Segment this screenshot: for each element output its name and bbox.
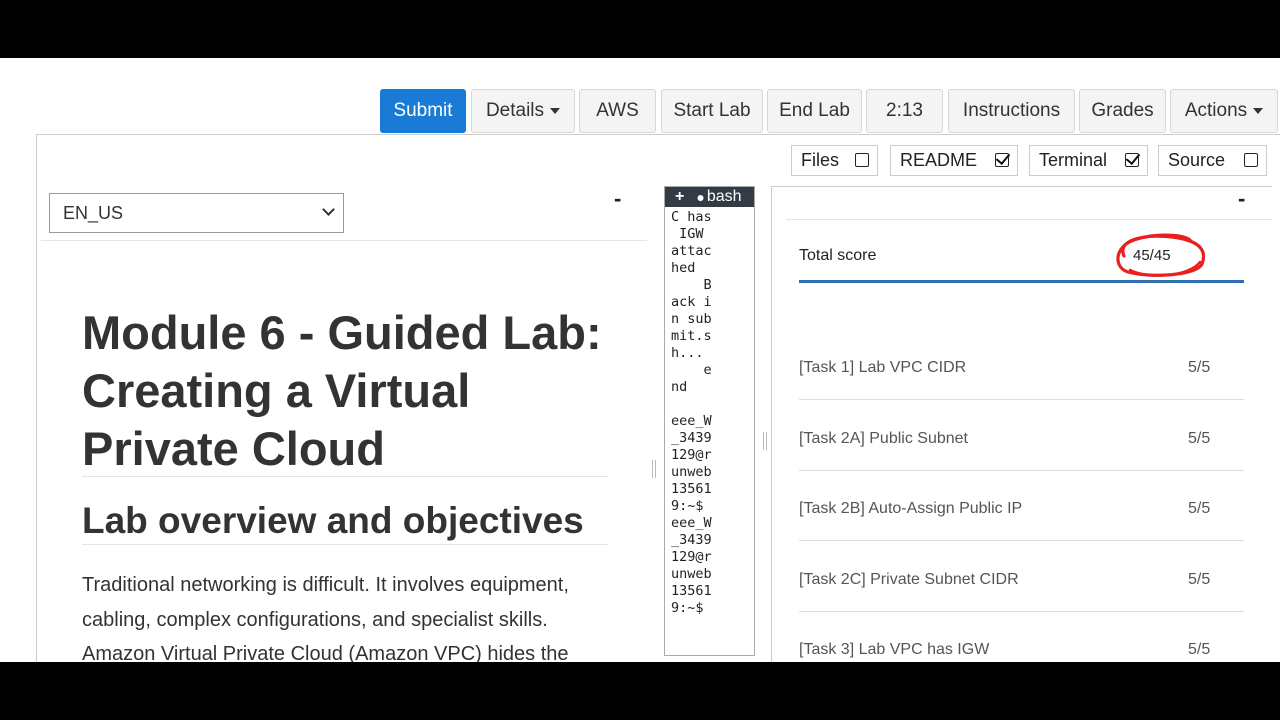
active-dot-icon: ● bbox=[696, 189, 705, 205]
toggle-source[interactable]: Source bbox=[1158, 145, 1267, 176]
grade-task-row: [Task 2C] Private Subnet CIDR 5/5 bbox=[799, 542, 1244, 612]
start-lab-label: Start Lab bbox=[673, 100, 751, 121]
terminal-line: e bbox=[671, 362, 712, 378]
terminal-line: eee_W bbox=[671, 515, 712, 531]
task-label: [Task 3] Lab VPC has IGW bbox=[799, 641, 990, 658]
task-score: 5/5 bbox=[1188, 570, 1211, 588]
readme-collapse-button[interactable]: - bbox=[614, 186, 621, 212]
section-heading: Lab overview and objectives bbox=[82, 500, 584, 541]
terminal-output: C has IGW attac hed Back in sub mit.s h... e… bbox=[671, 209, 754, 617]
submit-label: Submit bbox=[393, 100, 453, 121]
terminal-line: eee_W bbox=[671, 413, 712, 429]
submit-button[interactable]: Submit bbox=[380, 89, 466, 133]
readme-header-divider bbox=[41, 240, 647, 241]
instructions-button[interactable]: Instructions bbox=[948, 89, 1075, 133]
source-checkbox[interactable] bbox=[1244, 153, 1258, 167]
terminal-line: 13561 bbox=[671, 481, 712, 497]
task-score: 5/5 bbox=[1188, 641, 1211, 658]
terminal-checkbox[interactable] bbox=[1125, 153, 1139, 167]
details-label: Details bbox=[485, 100, 545, 121]
terminal-line: unweb bbox=[671, 566, 712, 582]
files-checkbox[interactable] bbox=[855, 153, 869, 167]
terminal-line: mit.s bbox=[671, 328, 712, 344]
terminal-tab-bash[interactable]: bash bbox=[707, 188, 742, 206]
terminal-line: 9:~$ bbox=[671, 498, 704, 514]
terminal-line: unweb bbox=[671, 464, 712, 480]
grades-header-divider bbox=[786, 219, 1272, 220]
terminal-line: C has bbox=[671, 209, 712, 225]
terminal-line: n sub bbox=[671, 311, 712, 327]
task-label: [Task 1] Lab VPC CIDR bbox=[799, 359, 967, 376]
terminal-panel[interactable]: + ● bash C has IGW attac hed Back in sub mi… bbox=[664, 186, 755, 656]
task-label: [Task 2A] Public Subnet bbox=[799, 429, 968, 447]
aws-label: AWS bbox=[596, 100, 639, 121]
total-score-underline bbox=[799, 280, 1244, 283]
language-value: EN_US bbox=[63, 202, 124, 223]
total-score-label: Total score bbox=[799, 247, 877, 264]
toggle-files[interactable]: Files bbox=[791, 145, 878, 176]
grades-button[interactable]: Grades bbox=[1079, 89, 1166, 133]
details-dropdown[interactable]: Details bbox=[471, 89, 575, 133]
toggle-terminal-label: Terminal bbox=[1039, 150, 1108, 170]
terminal-line: 9:~$ bbox=[671, 600, 704, 616]
end-lab-button[interactable]: End Lab bbox=[767, 89, 862, 133]
language-select[interactable]: EN_US bbox=[49, 193, 344, 233]
terminal-line: attac bbox=[671, 243, 712, 259]
new-terminal-button[interactable]: + bbox=[675, 188, 684, 206]
top-letterbox bbox=[0, 0, 1280, 58]
terminal-line: _3439 bbox=[671, 430, 712, 446]
terminal-line: IGW bbox=[671, 226, 704, 242]
terminal-line: 13561 bbox=[671, 583, 712, 599]
section-divider bbox=[82, 544, 608, 545]
terminal-line: hed bbox=[671, 260, 696, 276]
chevron-down-icon bbox=[322, 203, 335, 216]
terminal-line: 129@r bbox=[671, 447, 712, 463]
task-score: 5/5 bbox=[1188, 500, 1211, 517]
toggle-readme-label: README bbox=[900, 150, 978, 170]
actions-label: Actions bbox=[1184, 100, 1248, 121]
readme-checkbox[interactable] bbox=[995, 153, 1009, 167]
task-label: [Task 2B] Auto-Assign Public IP bbox=[799, 500, 1023, 517]
task-score: 5/5 bbox=[1188, 429, 1211, 447]
start-lab-button[interactable]: Start Lab bbox=[661, 89, 763, 133]
red-circle-annotation bbox=[1116, 233, 1206, 277]
toggle-readme[interactable]: README bbox=[890, 145, 1018, 176]
toggle-source-label: Source bbox=[1168, 150, 1226, 170]
terminal-line: h... bbox=[671, 345, 704, 361]
grade-task-row: [Task 1] Lab VPC CIDR 5/5 bbox=[799, 330, 1244, 400]
page-title: Module 6 - Guided Lab: Creating a Virtua… bbox=[82, 306, 602, 475]
aws-button[interactable]: AWS bbox=[579, 89, 656, 133]
end-lab-label: End Lab bbox=[779, 100, 850, 121]
terminal-line: ack i bbox=[671, 294, 712, 310]
grade-task-row: [Task 2B] Auto-Assign Public IP 5/5 bbox=[799, 471, 1244, 541]
grades-label: Grades bbox=[1091, 100, 1154, 121]
instructions-label: Instructions bbox=[962, 100, 1061, 121]
grade-task-row: [Task 2A] Public Subnet 5/5 bbox=[799, 401, 1244, 471]
terminal-line: 129@r bbox=[671, 549, 712, 565]
readme-resize-handle[interactable] bbox=[652, 460, 656, 478]
grades-collapse-button[interactable]: - bbox=[1238, 186, 1245, 212]
terminal-line: nd bbox=[671, 379, 688, 395]
terminal-resize-handle[interactable] bbox=[763, 432, 767, 450]
task-score: 5/5 bbox=[1188, 359, 1211, 376]
bottom-letterbox bbox=[0, 662, 1280, 720]
terminal-tab-bar: + ● bash bbox=[665, 187, 754, 207]
terminal-line: _3439 bbox=[671, 532, 712, 548]
caret-down-icon bbox=[550, 108, 561, 114]
task-label: [Task 2C] Private Subnet CIDR bbox=[799, 570, 1019, 588]
toggle-files-label: Files bbox=[801, 150, 840, 170]
actions-dropdown[interactable]: Actions bbox=[1170, 89, 1278, 133]
timer-value: 2:13 bbox=[886, 100, 923, 121]
title-divider bbox=[82, 476, 608, 477]
terminal-line: B bbox=[671, 277, 712, 293]
lab-workspace: Submit Details AWS Start Lab End Lab 2:1… bbox=[0, 58, 1280, 662]
overview-paragraph: Traditional networking is difficult. It … bbox=[82, 574, 569, 662]
grade-task-row: [Task 3] Lab VPC has IGW 5/5 bbox=[799, 612, 1244, 662]
toggle-terminal[interactable]: Terminal bbox=[1029, 145, 1148, 176]
caret-down-icon bbox=[1253, 108, 1264, 114]
session-timer[interactable]: 2:13 bbox=[866, 89, 943, 133]
